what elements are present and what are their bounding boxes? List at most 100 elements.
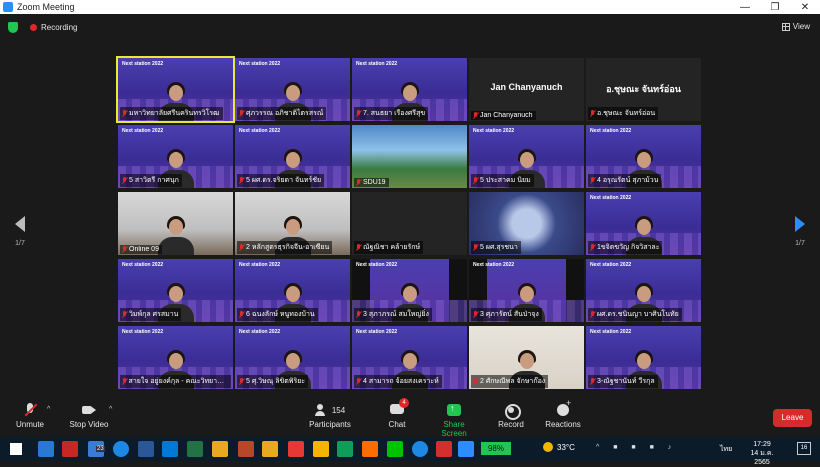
leave-button[interactable]: Leave: [773, 409, 812, 427]
participant-tile[interactable]: Next station 2022 4 อรุณรัตน์ สุภาม้วน: [586, 125, 701, 188]
participant-tile[interactable]: Online 09: [118, 192, 233, 255]
muted-microphone-icon: [122, 311, 127, 318]
participant-name-bar: 4 สามารถ จ้อยสงเคราะห์: [354, 375, 442, 388]
participant-tile[interactable]: Next station 2022 5 ศุ.วิษณุ ลิขิตพิริยะ: [235, 326, 350, 389]
unmute-label: Unmute: [15, 420, 44, 429]
participant-name: Online 09: [129, 246, 159, 253]
participants-button[interactable]: 154 Participants: [306, 403, 354, 429]
page-indicator-left: 1/7: [15, 240, 25, 247]
edge-browser-icon[interactable]: [113, 441, 129, 457]
windows-taskbar: 23 98% 33°C ^ ■ ■ ■ ♪ ไทย 17:29 14 ม.ค. …: [0, 437, 820, 466]
video-camera-icon: [82, 403, 96, 417]
participant-tile[interactable]: Next station 2022 มหาวิทยาลัยศรีนครินทรวิ…: [116, 56, 235, 123]
participant-tile[interactable]: Next station 2022 6 ฉนงลักษ์ หนูทองบ้าน: [235, 259, 350, 322]
participant-tile[interactable]: 2 หลักสูตรธุรกิจจีน-อาเซียน: [235, 192, 350, 255]
video-options-caret-icon[interactable]: ^: [109, 406, 112, 413]
chat-button[interactable]: 4 Chat: [385, 398, 409, 429]
security-shield-icon[interactable]: [8, 22, 18, 33]
app-green-icon[interactable]: [337, 441, 353, 457]
app-l-icon[interactable]: [38, 441, 54, 457]
muted-microphone-icon: [122, 177, 127, 184]
store-icon[interactable]: [313, 441, 329, 457]
next-page-nav[interactable]: 1/7: [780, 216, 820, 247]
participant-tile[interactable]: Next station 2022 5 ประสาคม นิยม: [469, 125, 584, 188]
muted-microphone-icon: [356, 378, 361, 385]
muted-microphone-icon: [356, 244, 361, 251]
participant-tile[interactable]: 5 ผศ.สุรชนา: [469, 192, 584, 255]
participant-tile[interactable]: 2 ศักษณีพล จักษาก๊อง: [469, 326, 584, 389]
participant-tile[interactable]: Next station 2022 3 ศุภารัตน์ สันป่าจุง: [469, 259, 584, 322]
participant-tile[interactable]: Next station 2022 7. สนธยา เรืองศรีสุข: [352, 58, 467, 121]
participant-tile[interactable]: SDU19: [352, 125, 467, 188]
participant-tile[interactable]: Next station 2022 4 สามารถ จ้อยสงเคราะห์: [352, 326, 467, 389]
participants-icon: [314, 403, 329, 417]
view-button[interactable]: View: [781, 22, 810, 31]
app-badge-icon[interactable]: [288, 441, 304, 457]
participant-tile[interactable]: อ.ชุษณะ จันทร์อ่อน อ.ชุษณะ จันทร์อ่อน: [586, 58, 701, 121]
minimize-button[interactable]: —: [730, 2, 760, 13]
virtual-background-brand: Next station 2022: [356, 61, 398, 67]
participant-tile[interactable]: Next station 2022 5 ผศ.ดร.จริยดา จันทร์ชั…: [235, 125, 350, 188]
virtual-background-brand: Next station 2022: [473, 128, 515, 134]
virtual-background-brand: Next station 2022: [122, 128, 164, 134]
app-red-icon[interactable]: [62, 441, 78, 457]
chat-label: Chat: [388, 420, 406, 429]
participant-name-bar: มหาวิทยาลัยศรีนครินทรวิโรฒ: [120, 107, 223, 120]
word-icon[interactable]: [138, 441, 154, 457]
unmute-button[interactable]: Unmute: [12, 403, 48, 429]
notifications-icon[interactable]: 16: [797, 442, 811, 455]
participant-tile[interactable]: Next station 2022 1ขจิตขวัญ กิจวิสาละ: [586, 192, 701, 255]
gallery-grid-icon: [781, 22, 790, 31]
powerpoint-icon[interactable]: [238, 441, 254, 457]
zoom-taskbar-icon[interactable]: [458, 441, 474, 457]
participant-tile[interactable]: ณัฐณิชา คล้ายรักษ์: [352, 192, 467, 255]
maximize-button[interactable]: ❐: [760, 2, 790, 13]
participant-tile[interactable]: Next station 2022 5 สาวิตรี กาศนุก: [118, 125, 233, 188]
close-button[interactable]: ✕: [790, 2, 820, 13]
record-label: Record: [498, 420, 524, 429]
arrow-left-icon[interactable]: [15, 216, 25, 232]
reactions-button[interactable]: Reactions: [544, 398, 582, 429]
participant-name-bar: 6 ฉนงลักษ์ หนูทองบ้าน: [237, 308, 318, 321]
muted-microphone-icon: [473, 311, 478, 318]
participant-tile[interactable]: Next station 2022 ศุภวรรณ อภิชาติไตรสรณ์: [235, 58, 350, 121]
battery-indicator[interactable]: 98%: [481, 442, 511, 455]
participant-name: 5 ผศ.ดร.จริยดา จันทร์ชัย: [246, 177, 322, 184]
muted-microphone-icon: [473, 177, 478, 184]
microphone-muted-icon: [23, 403, 37, 417]
system-tray-icons[interactable]: ^ ■ ■ ■ ♪: [596, 444, 677, 451]
stop-video-button[interactable]: Stop Video: [66, 403, 112, 429]
participant-name: ณัฐณิชา คล้ายรักษ์: [363, 244, 421, 251]
outlook-icon[interactable]: [162, 441, 178, 457]
language-indicator[interactable]: ไทย: [720, 444, 732, 455]
participant-tile[interactable]: Next station 2022 3 สุภาภรณ์ สมใหญ่ยิ่ง: [352, 259, 467, 322]
participant-name: 1ขจิตขวัญ กิจวิสาละ: [597, 244, 660, 251]
muted-microphone-icon: [590, 311, 595, 318]
share-screen-button[interactable]: Share Screen: [430, 403, 478, 438]
participant-name: 4 สามารถ จ้อยสงเคราะห์: [363, 378, 439, 385]
title-bar: Zoom Meeting — ❐ ✕: [0, 0, 820, 14]
participant-tile[interactable]: Next station 2022 ผศ.ดร.ชนินญา บาศินโนทัย: [586, 259, 701, 322]
excel-icon[interactable]: [187, 441, 203, 457]
edge-browser-2-icon[interactable]: [412, 441, 428, 457]
previous-page-nav[interactable]: 1/7: [0, 216, 40, 247]
participant-name: 5 ประสาคม นิยม: [480, 177, 531, 184]
vlc-icon[interactable]: [362, 441, 378, 457]
record-button[interactable]: Record: [497, 403, 525, 429]
participant-tile[interactable]: Jan Chanyanuch Jan Chanyanuch: [469, 58, 584, 121]
taskbar-clock[interactable]: 17:29 14 ม.ค. 2565: [742, 440, 782, 467]
audio-options-caret-icon[interactable]: ^: [47, 406, 50, 413]
arrow-right-icon[interactable]: [795, 216, 805, 232]
participant-tile[interactable]: Next station 2022 3-ณัฐชานันท์ วีรกุล: [586, 326, 701, 389]
weather-widget[interactable]: 33°C: [543, 442, 575, 452]
windows-start-icon[interactable]: [8, 441, 24, 457]
pdf-reader-icon[interactable]: [436, 441, 452, 457]
participant-tile[interactable]: Next station 2022 สายใจ อยู่ยงค์กุล - คณะ…: [118, 326, 233, 389]
file-explorer-icon[interactable]: [212, 441, 228, 457]
line-app-icon[interactable]: [387, 441, 403, 457]
participant-name: สายใจ อยู่ยงค์กุล - คณะวิทยาศาสตร์: [128, 378, 228, 385]
app-gear-icon[interactable]: [262, 441, 278, 457]
participant-name-bar: 2 หลักสูตรธุรกิจจีน-อาเซียน: [237, 241, 333, 254]
participant-tile[interactable]: Next station 2022 วิมพ์กุล ศรสมาน: [118, 259, 233, 322]
participant-name-bar: Online 09: [120, 245, 162, 254]
